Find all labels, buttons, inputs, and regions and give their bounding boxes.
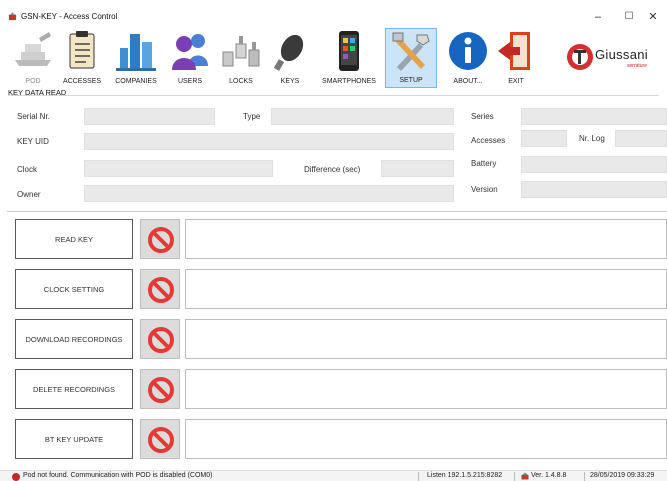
tool-locks[interactable]: LOCKS — [219, 28, 263, 88]
tool-accesses[interactable]: ACCESSES — [60, 28, 104, 88]
delete-recordings-output — [185, 369, 667, 409]
accesses-label: Accesses — [471, 136, 506, 145]
tool-label: EXIT — [508, 78, 524, 85]
owner-field — [84, 185, 454, 202]
bt-key-update-stop-button[interactable] — [140, 419, 180, 459]
tool-label: ABOUT... — [453, 78, 483, 85]
giussani-logo: Giussani serrature — [567, 44, 648, 70]
bt-key-update-button[interactable]: BT KEY UPDATE — [15, 419, 133, 459]
battery-field — [521, 156, 667, 173]
accesses-field — [521, 130, 567, 147]
version-label: Version — [471, 185, 498, 194]
stop-icon — [148, 427, 174, 453]
uid-label: KEY UID — [17, 137, 49, 146]
clock-field — [84, 160, 273, 177]
download-recordings-output — [185, 319, 667, 359]
smartphone-icon — [339, 31, 359, 71]
tool-label: USERS — [177, 78, 203, 85]
status-bar: Pod not found. Communication with POD is… — [0, 470, 667, 481]
title-bar: GSN-KEY - Access Control – ☐ ✕ — [0, 0, 667, 28]
type-label: Type — [243, 112, 261, 121]
tool-label: COMPANIES — [115, 78, 157, 85]
tool-label: ACCESSES — [62, 78, 102, 85]
pod-icon — [15, 32, 51, 66]
difference-field — [381, 160, 454, 177]
tool-label: SMARTPHONES — [322, 78, 376, 85]
buildings-icon — [116, 34, 156, 71]
version-text: Ver. 1.4.8.8 — [531, 472, 567, 479]
read-key-output — [185, 219, 667, 259]
svg-text:serrature: serrature — [627, 63, 647, 69]
battery-label: Battery — [471, 159, 497, 168]
tool-label: SETUP — [399, 77, 423, 84]
version-icon — [521, 472, 529, 480]
tool-about[interactable]: ABOUT... — [443, 28, 493, 88]
status-message: Pod not found. Communication with POD is… — [23, 472, 213, 479]
status-separator — [418, 472, 419, 481]
nrlog-label: Nr. Log — [579, 134, 605, 143]
app-icon — [8, 12, 17, 21]
status-datetime: 28/05/2019 09:33:29 — [590, 472, 655, 479]
tool-pod[interactable]: POD — [12, 28, 54, 88]
stop-icon — [148, 377, 174, 403]
clock-setting-stop-button[interactable] — [140, 269, 180, 309]
locks-icon — [222, 36, 260, 67]
tool-users[interactable]: USERS — [168, 28, 212, 88]
delete-recordings-stop-button[interactable] — [140, 369, 180, 409]
stop-icon — [148, 227, 174, 253]
status-separator — [584, 472, 585, 481]
tool-exit[interactable]: EXIT — [494, 28, 538, 88]
series-field — [521, 108, 667, 125]
bt-key-update-output — [185, 419, 667, 459]
tool-smartphones[interactable]: SMARTPHONES — [318, 28, 380, 88]
serial-field — [84, 108, 215, 125]
nrlog-field — [615, 130, 667, 147]
tool-companies[interactable]: COMPANIES — [110, 28, 162, 88]
uid-field — [84, 133, 454, 150]
info-icon — [449, 32, 487, 70]
key-fob-icon — [273, 34, 304, 71]
panel-divider — [7, 211, 667, 212]
error-icon — [12, 473, 20, 481]
minimize-button[interactable]: – — [586, 8, 610, 26]
listen-address: Listen 192.1.5.215:8282 — [427, 472, 503, 479]
tool-label: LOCKS — [229, 78, 253, 85]
close-button[interactable]: ✕ — [641, 8, 665, 26]
type-field — [271, 108, 454, 125]
stop-icon — [148, 327, 174, 353]
tool-label: KEYS — [280, 78, 300, 85]
download-recordings-button[interactable]: DOWNLOAD RECORDINGS — [15, 319, 133, 359]
users-icon — [172, 34, 208, 70]
maximize-button[interactable]: ☐ — [617, 8, 641, 26]
tools-icon — [392, 32, 430, 71]
exit-door-icon — [498, 32, 530, 70]
status-separator — [514, 472, 515, 481]
download-recordings-stop-button[interactable] — [140, 319, 180, 359]
window-title: GSN-KEY - Access Control — [21, 12, 118, 21]
clock-setting-button[interactable]: CLOCK SETTING — [15, 269, 133, 309]
section-divider — [8, 95, 659, 96]
clock-label: Clock — [17, 165, 38, 174]
read-key-button[interactable]: READ KEY — [15, 219, 133, 259]
stop-icon — [148, 277, 174, 303]
tool-setup[interactable]: SETUP — [385, 28, 437, 88]
tool-label: POD — [25, 78, 41, 85]
tool-keys[interactable]: KEYS — [270, 28, 310, 88]
clipboard-icon — [69, 31, 95, 69]
version-field — [521, 181, 667, 198]
read-key-stop-button[interactable] — [140, 219, 180, 259]
serial-label: Serial Nr. — [17, 112, 50, 121]
svg-text:Giussani: Giussani — [595, 47, 648, 62]
owner-label: Owner — [17, 190, 41, 199]
delete-recordings-button[interactable]: DELETE RECORDINGS — [15, 369, 133, 409]
difference-label: Difference (sec) — [304, 165, 361, 174]
clock-setting-output — [185, 269, 667, 309]
series-label: Series — [471, 112, 494, 121]
